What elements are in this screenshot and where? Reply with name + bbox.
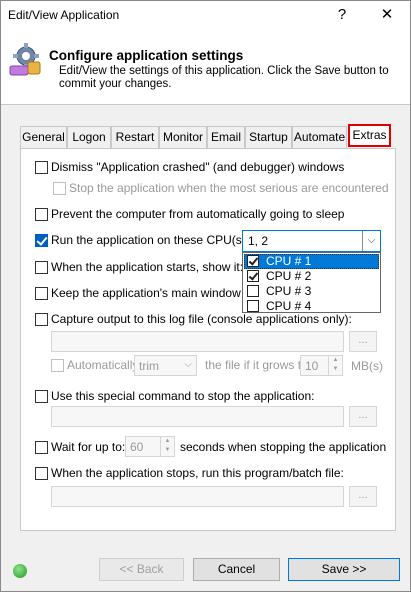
wait-checkbox[interactable] bbox=[35, 441, 48, 454]
show-on-start-checkbox[interactable] bbox=[35, 261, 48, 274]
trim-mode-select[interactable]: trim ⌵ bbox=[134, 355, 197, 376]
trim-size-stepper[interactable]: 10 ▲ ▼ bbox=[300, 355, 343, 376]
tab-extras[interactable]: Extras bbox=[348, 124, 391, 147]
trim-mode-value: trim bbox=[139, 359, 159, 373]
save-button[interactable]: Save >> bbox=[288, 558, 400, 581]
cpu-affinity-label: Run the application on these CPU(s): bbox=[51, 233, 250, 247]
capture-output-label: Capture output to this log file (console… bbox=[51, 312, 352, 326]
log-file-browse-button[interactable]: ... bbox=[349, 331, 377, 352]
title-bar: Edit/View Application ? ✕ bbox=[1, 1, 410, 29]
run-on-stop-browse-button[interactable]: ... bbox=[349, 486, 377, 507]
keep-main-window-checkbox[interactable] bbox=[35, 287, 48, 300]
dialog-window: Edit/View Application ? ✕ Configure appl… bbox=[0, 0, 411, 592]
cpu-option-3-checkbox[interactable] bbox=[247, 285, 259, 297]
tab-logon[interactable]: Logon bbox=[67, 126, 111, 148]
trim-unit-label: MB(s) bbox=[351, 359, 383, 373]
cpu-option-3[interactable]: CPU # 3 bbox=[244, 284, 379, 299]
help-button[interactable]: ? bbox=[320, 1, 364, 29]
tab-general[interactable]: General bbox=[20, 126, 67, 148]
cpu-option-4-checkbox[interactable] bbox=[247, 300, 259, 312]
run-on-stop-label: When the application stops, run this pro… bbox=[51, 466, 344, 480]
stop-on-serious-label: Stop the application when the most serio… bbox=[69, 181, 389, 195]
run-on-stop-checkbox[interactable] bbox=[35, 467, 48, 480]
stop-command-label: Use this special command to stop the app… bbox=[51, 389, 315, 403]
spin-arrows-icon[interactable]: ▲ ▼ bbox=[328, 356, 342, 375]
spin-arrows-icon[interactable]: ▲ ▼ bbox=[160, 437, 174, 456]
dismiss-crash-label: Dismiss "Application crashed" (and debug… bbox=[51, 160, 345, 174]
cpu-affinity-checkbox[interactable] bbox=[35, 234, 48, 247]
close-button[interactable]: ✕ bbox=[365, 1, 409, 29]
log-file-input[interactable] bbox=[51, 331, 344, 352]
cpu-option-2-checkbox[interactable] bbox=[247, 270, 259, 282]
chevron-down-icon[interactable]: ⌵ bbox=[362, 231, 380, 251]
cpu-option-2-label: CPU # 2 bbox=[266, 269, 312, 283]
header-subtitle: Edit/View the settings of this applicati… bbox=[59, 65, 389, 90]
auto-trim-checkbox[interactable] bbox=[51, 359, 64, 372]
tab-monitor[interactable]: Monitor bbox=[159, 126, 207, 148]
trim-suffix-label: the file if it grows to bbox=[205, 358, 308, 372]
prevent-sleep-label: Prevent the computer from automatically … bbox=[51, 207, 345, 221]
stop-command-browse-button[interactable]: ... bbox=[349, 406, 377, 427]
tab-startup[interactable]: Startup bbox=[245, 126, 292, 148]
cancel-button[interactable]: Cancel bbox=[193, 558, 280, 581]
window-title: Edit/View Application bbox=[8, 8, 120, 22]
cpu-select-value: 1, 2 bbox=[248, 234, 269, 248]
trim-size-value: 10 bbox=[305, 359, 319, 373]
dialog-header: Configure application settings Edit/View… bbox=[1, 29, 410, 105]
cpu-option-3-label: CPU # 3 bbox=[266, 284, 312, 298]
chevron-down-icon: ⌵ bbox=[184, 359, 192, 370]
tab-restart[interactable]: Restart bbox=[111, 126, 159, 148]
auto-trim-label: Automatically bbox=[67, 358, 139, 372]
wait-seconds-stepper[interactable]: 60 ▲ ▼ bbox=[125, 436, 175, 457]
tab-automate[interactable]: Automate bbox=[292, 126, 347, 148]
run-on-stop-input[interactable] bbox=[51, 486, 344, 507]
wait-prefix-label: Wait for up to: bbox=[51, 440, 126, 454]
tab-email[interactable]: Email bbox=[207, 126, 245, 148]
cpu-dropdown-list: CPU # 1 CPU # 2 CPU # 3 CPU # 4 bbox=[242, 252, 381, 313]
cpu-option-1-label: CPU # 1 bbox=[266, 254, 312, 268]
cpu-option-1-checkbox[interactable] bbox=[247, 255, 259, 267]
status-ok-icon bbox=[13, 564, 27, 578]
header-title: Configure application settings bbox=[49, 48, 244, 63]
stop-on-serious-checkbox[interactable] bbox=[53, 182, 66, 195]
dismiss-crash-checkbox[interactable] bbox=[35, 161, 48, 174]
cpu-option-2[interactable]: CPU # 2 bbox=[244, 269, 379, 284]
capture-output-checkbox[interactable] bbox=[35, 313, 48, 326]
cpu-select[interactable]: 1, 2 ⌵ bbox=[242, 230, 381, 252]
prevent-sleep-checkbox[interactable] bbox=[35, 208, 48, 221]
back-button[interactable]: << Back bbox=[99, 558, 184, 581]
show-on-start-label: When the application starts, show it: bbox=[51, 260, 244, 274]
wait-suffix-label: seconds when stopping the application bbox=[180, 440, 387, 454]
stop-command-input[interactable] bbox=[51, 406, 344, 427]
stop-command-checkbox[interactable] bbox=[35, 390, 48, 403]
wait-seconds-value: 60 bbox=[130, 440, 144, 454]
cpu-option-1[interactable]: CPU # 1 bbox=[244, 254, 379, 269]
gear-icon bbox=[8, 42, 42, 76]
keep-main-window-label: Keep the application's main window on to bbox=[51, 286, 241, 300]
